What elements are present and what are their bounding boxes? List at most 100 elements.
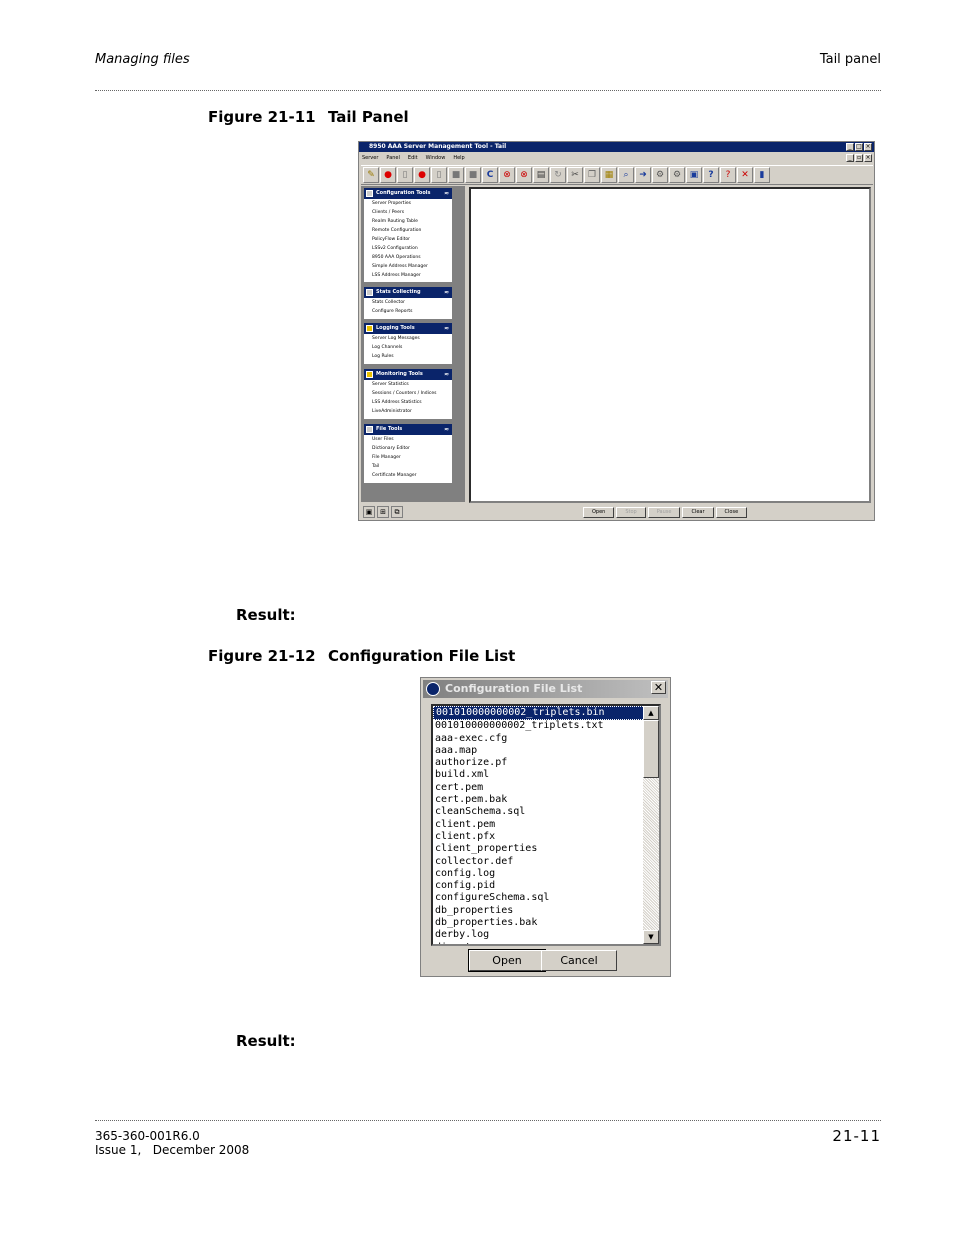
panel-item[interactable]: LiveAdministrator: [364, 407, 452, 416]
panel-item[interactable]: Certificate Manager: [364, 471, 452, 480]
pause-button[interactable]: Pause: [647, 506, 681, 518]
document-icon[interactable]: ▯: [431, 167, 447, 183]
record-icon[interactable]: ●: [414, 167, 430, 183]
tools-icon[interactable]: ✕: [737, 167, 753, 183]
database-icon[interactable]: ▮: [754, 167, 770, 183]
file-list-item[interactable]: 001010000000002_triplets.bin: [433, 706, 659, 721]
stop-button[interactable]: Stop: [616, 506, 646, 518]
record-icon[interactable]: ●: [380, 167, 396, 183]
user-help-icon[interactable]: ?: [720, 167, 736, 183]
menu-server[interactable]: Server: [362, 153, 378, 163]
delete-icon[interactable]: ⊗: [499, 167, 515, 183]
panel-item[interactable]: 8950 AAA Operations: [364, 253, 452, 262]
find-icon[interactable]: ⌕: [618, 167, 634, 183]
open-button[interactable]: Open: [583, 506, 615, 518]
cancel-button[interactable]: Cancel: [541, 950, 617, 971]
file-list-item[interactable]: 001010000000002_triplets.txt: [433, 720, 659, 732]
settings-icon[interactable]: ⚙: [669, 167, 685, 183]
document-icon[interactable]: ▯: [397, 167, 413, 183]
close-button[interactable]: Close: [715, 506, 748, 518]
file-list-item[interactable]: aaa.map: [433, 745, 659, 757]
file-list-item[interactable]: cleanSchema.sql: [433, 806, 659, 818]
vertical-scrollbar[interactable]: ▲ ▼: [643, 706, 659, 944]
help-icon[interactable]: ?: [703, 167, 719, 183]
minimize-button[interactable]: _: [846, 143, 854, 151]
panel-item[interactable]: LSS Address Manager: [364, 271, 452, 280]
close-button[interactable]: ×: [864, 143, 872, 151]
stop-icon[interactable]: ■: [448, 167, 464, 183]
cut-icon[interactable]: ✂: [567, 167, 583, 183]
collapse-icon[interactable]: ≈: [444, 424, 449, 435]
file-list-item[interactable]: db_properties: [433, 905, 659, 917]
menu-panel[interactable]: Panel: [386, 153, 400, 163]
panel-header[interactable]: File Tools ≈: [364, 424, 452, 435]
refresh-icon[interactable]: C: [482, 167, 498, 183]
file-list-item[interactable]: authorize.pf: [433, 757, 659, 769]
panel-item[interactable]: File Manager: [364, 453, 452, 462]
window-icon[interactable]: ⧉: [391, 506, 403, 518]
file-list-item[interactable]: config.log: [433, 868, 659, 880]
panel-header[interactable]: Configuration Tools ≈: [364, 188, 452, 199]
stop-icon[interactable]: ■: [465, 167, 481, 183]
collapse-icon[interactable]: ≈: [444, 287, 449, 298]
file-list-item[interactable]: cert.pem.bak: [433, 794, 659, 806]
panel-item[interactable]: PolicyFlow Editor: [364, 235, 452, 244]
panel-item[interactable]: Clients / Peers: [364, 208, 452, 217]
child-close-button[interactable]: ×: [864, 154, 872, 162]
collapse-icon[interactable]: ≈: [444, 323, 449, 334]
connect-icon[interactable]: ✎: [363, 167, 379, 183]
panel-header[interactable]: Stats Collecting ≈: [364, 287, 452, 298]
scroll-down-arrow-icon[interactable]: ▼: [643, 930, 659, 944]
tail-output-area[interactable]: [469, 187, 871, 503]
panel-item[interactable]: Realm Routing Table: [364, 217, 452, 226]
reload-icon[interactable]: ↻: [550, 167, 566, 183]
file-list-item[interactable]: cert.pem: [433, 782, 659, 794]
scroll-up-arrow-icon[interactable]: ▲: [643, 706, 659, 720]
collapse-icon[interactable]: ≈: [444, 369, 449, 380]
child-minimize-button[interactable]: _: [846, 154, 854, 162]
file-list[interactable]: 001010000000002_triplets.bin 001010000000…: [431, 704, 661, 946]
file-list-item[interactable]: db_properties.bak: [433, 917, 659, 929]
panel-item[interactable]: LSS Address Statistics: [364, 398, 452, 407]
file-list-item[interactable]: aaa-exec.cfg: [433, 733, 659, 745]
open-button[interactable]: Open: [468, 949, 546, 972]
panel-item[interactable]: Tail: [364, 462, 452, 471]
file-list-item[interactable]: collector.def: [433, 856, 659, 868]
panel-item[interactable]: Log Rules: [364, 352, 452, 361]
panel-item[interactable]: Sessions / Counters / Indices: [364, 389, 452, 398]
panel-item[interactable]: User Files: [364, 435, 452, 444]
panel-item[interactable]: Server Properties: [364, 199, 452, 208]
file-list-item[interactable]: config.pid: [433, 880, 659, 892]
forward-icon[interactable]: ➜: [635, 167, 651, 183]
panel-item[interactable]: Server Log Messages: [364, 334, 452, 343]
panel-item[interactable]: Log Channels: [364, 343, 452, 352]
clear-button[interactable]: Clear: [682, 506, 714, 518]
file-list-item[interactable]: client.pfx: [433, 831, 659, 843]
home-icon[interactable]: ▣: [363, 506, 375, 518]
panel-item[interactable]: Simple Address Manager: [364, 262, 452, 271]
file-list-item[interactable]: derby.log: [433, 929, 659, 941]
settings-icon[interactable]: ⚙: [652, 167, 668, 183]
paste-icon[interactable]: ▦: [601, 167, 617, 183]
file-list-item[interactable]: configureSchema.sql: [433, 892, 659, 904]
collapse-icon[interactable]: ≈: [444, 188, 449, 199]
file-list-item[interactable]: build.xml: [433, 769, 659, 781]
maximize-button[interactable]: □: [855, 143, 863, 151]
menu-window[interactable]: Window: [426, 153, 446, 163]
file-list-item[interactable]: client_properties: [433, 843, 659, 855]
panel-item[interactable]: Configure Reports: [364, 307, 452, 316]
menu-help[interactable]: Help: [453, 153, 464, 163]
file-list-item[interactable]: client.pem: [433, 819, 659, 831]
monitor-icon[interactable]: ▣: [686, 167, 702, 183]
panel-item[interactable]: Server Statistics: [364, 380, 452, 389]
close-button[interactable]: ✕: [651, 681, 666, 694]
panel-item[interactable]: Remote Configuration: [364, 226, 452, 235]
child-restore-button[interactable]: ▫: [855, 154, 863, 162]
file-list-item[interactable]: diameter_peers: [433, 942, 659, 944]
copy-icon[interactable]: ❐: [584, 167, 600, 183]
panel-item[interactable]: LSSv2 Configuration: [364, 244, 452, 253]
network-icon[interactable]: ⊞: [377, 506, 389, 518]
delete-icon[interactable]: ⊗: [516, 167, 532, 183]
print-icon[interactable]: ▤: [533, 167, 549, 183]
panel-item[interactable]: Stats Collector: [364, 298, 452, 307]
